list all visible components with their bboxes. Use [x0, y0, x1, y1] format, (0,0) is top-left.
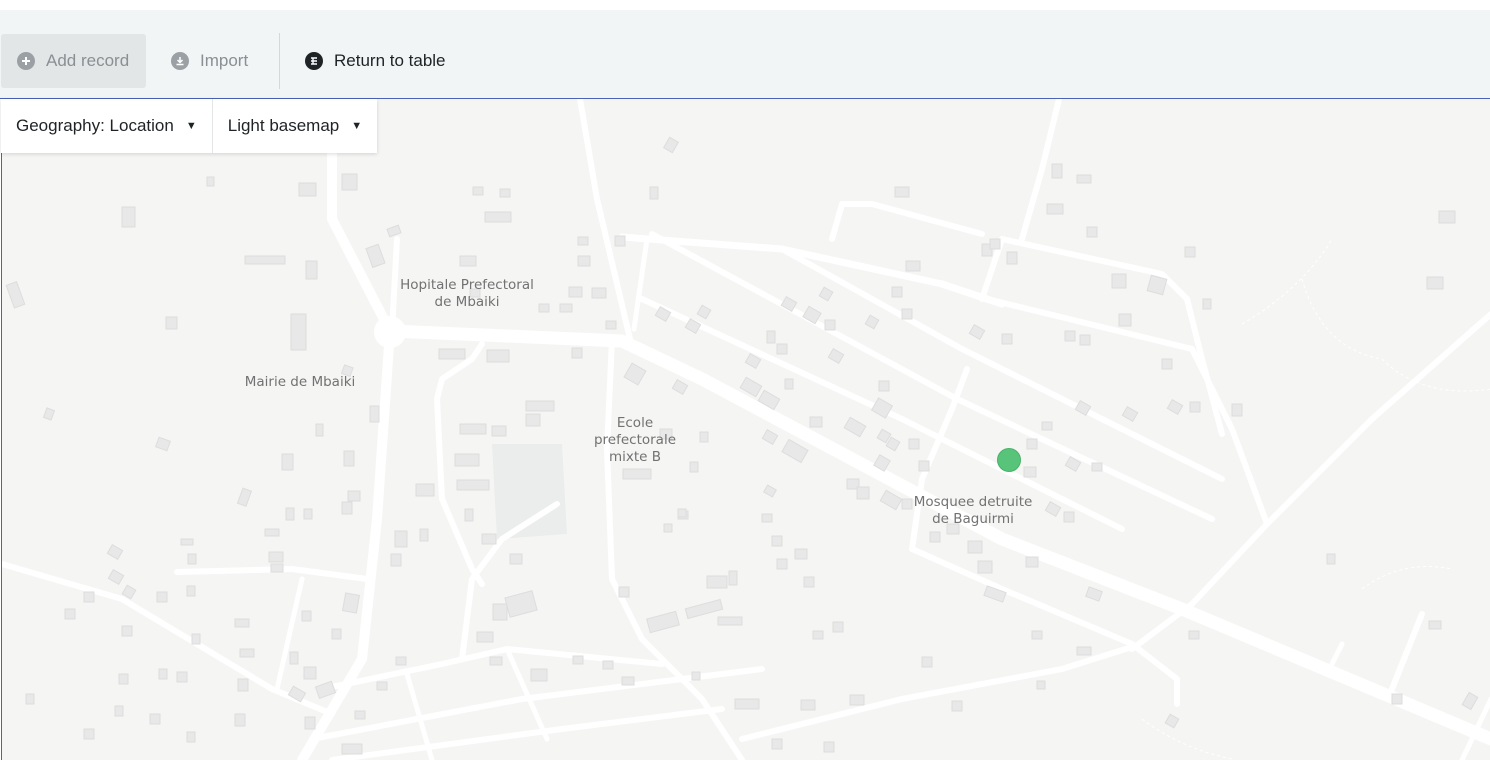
toolbar-divider [279, 33, 280, 89]
caret-down-icon: ▼ [185, 120, 197, 132]
map-controls: Geography: Location ▼ Light basemap ▼ [1, 99, 378, 153]
poi-label-ecole-line1: Ecole prefectorale [593, 415, 677, 448]
add-record-label: Add record [46, 51, 130, 70]
map-basemap [2, 99, 1490, 760]
return-to-table-label: Return to table [334, 51, 446, 70]
table-icon [305, 52, 323, 70]
poi-label-mosquee: Mosquee detruite de Baguirmi [913, 494, 1033, 528]
basemap-dropdown-label: Light basemap [227, 116, 340, 135]
add-record-button[interactable]: Add record [1, 34, 146, 88]
import-label: Import [200, 51, 249, 70]
poi-label-ecole-line2: mixte B [608, 449, 662, 465]
plus-circle-icon [17, 52, 35, 70]
geography-dropdown-label: Geography: Location [16, 116, 174, 135]
return-to-table-button[interactable]: Return to table [289, 34, 446, 88]
basemap-dropdown[interactable]: Light basemap ▼ [211, 99, 377, 153]
import-button[interactable]: Import [156, 34, 248, 88]
poi-label-hospital-line2: de Mbaiki [434, 294, 500, 310]
poi-label-mairie-text: Mairie de Mbaiki [244, 374, 356, 390]
import-icon [171, 52, 189, 70]
map-canvas[interactable]: Hopitale Prefectoral de Mbaiki Mairie de… [1, 99, 1490, 760]
caret-down-icon: ▼ [351, 120, 363, 132]
geography-dropdown[interactable]: Geography: Location ▼ [1, 99, 212, 153]
poi-label-mosquee-line2: de Baguirmi [932, 511, 1014, 527]
poi-label-hospital: Hopitale Prefectoral de Mbaiki [400, 277, 534, 311]
map-toolbar: Add record Import Return to table [0, 10, 1490, 99]
poi-label-mairie: Mairie de Mbaiki [238, 374, 362, 391]
record-location-marker[interactable] [997, 448, 1021, 472]
poi-label-mosquee-line1: Mosquee detruite [913, 494, 1033, 510]
poi-label-hospital-line1: Hopitale Prefectoral [400, 277, 534, 293]
poi-label-ecole: Ecole prefectorale mixte B [575, 415, 695, 466]
